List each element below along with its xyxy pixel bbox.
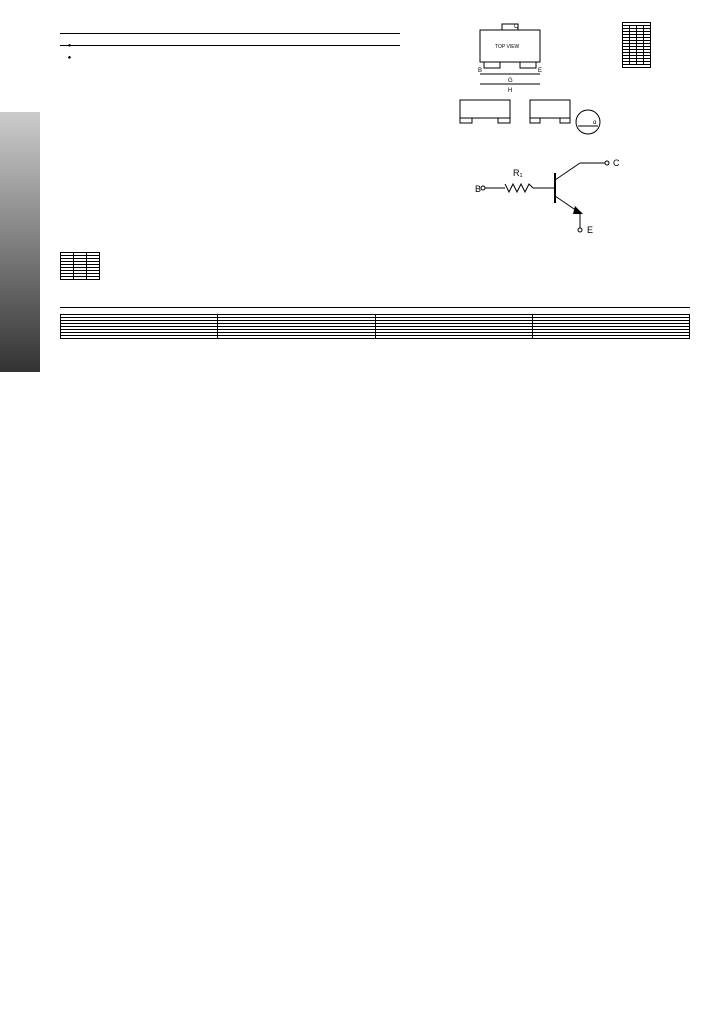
max-cell xyxy=(532,336,689,339)
max-ratings-table xyxy=(60,314,690,339)
dimension-table-wrap xyxy=(622,22,651,68)
footer xyxy=(0,387,720,413)
schematic-diagram: B R₁ C E xyxy=(475,148,625,238)
max-cell xyxy=(375,336,532,339)
svg-text:E: E xyxy=(538,68,542,74)
mechanical-header xyxy=(60,44,400,46)
part-number-table xyxy=(60,252,100,280)
dim-caption xyxy=(622,65,650,68)
pn-cell xyxy=(87,277,100,280)
pin-b-label: B xyxy=(475,184,481,194)
pn-cell xyxy=(61,277,74,280)
svg-text:H: H xyxy=(508,88,512,94)
svg-text:α: α xyxy=(593,120,597,126)
svg-text:B: B xyxy=(478,68,482,74)
svg-text:C: C xyxy=(613,158,620,168)
max-cell xyxy=(61,336,218,339)
svg-text:G: G xyxy=(508,78,513,84)
features-header xyxy=(60,32,400,34)
max-ratings-header xyxy=(60,290,690,308)
svg-text:R₁: R₁ xyxy=(513,168,523,178)
dimension-table xyxy=(622,22,651,68)
package-drawing: C B E TOP VIEW G H xyxy=(450,22,610,142)
svg-text:E: E xyxy=(587,225,593,235)
spice-models-header xyxy=(0,0,720,12)
pn-cell xyxy=(74,277,87,280)
max-cell xyxy=(218,336,375,339)
new-product-tab xyxy=(0,112,40,372)
svg-text:TOP VIEW: TOP VIEW xyxy=(495,44,520,50)
svg-text:C: C xyxy=(514,24,519,30)
notes xyxy=(60,347,690,367)
